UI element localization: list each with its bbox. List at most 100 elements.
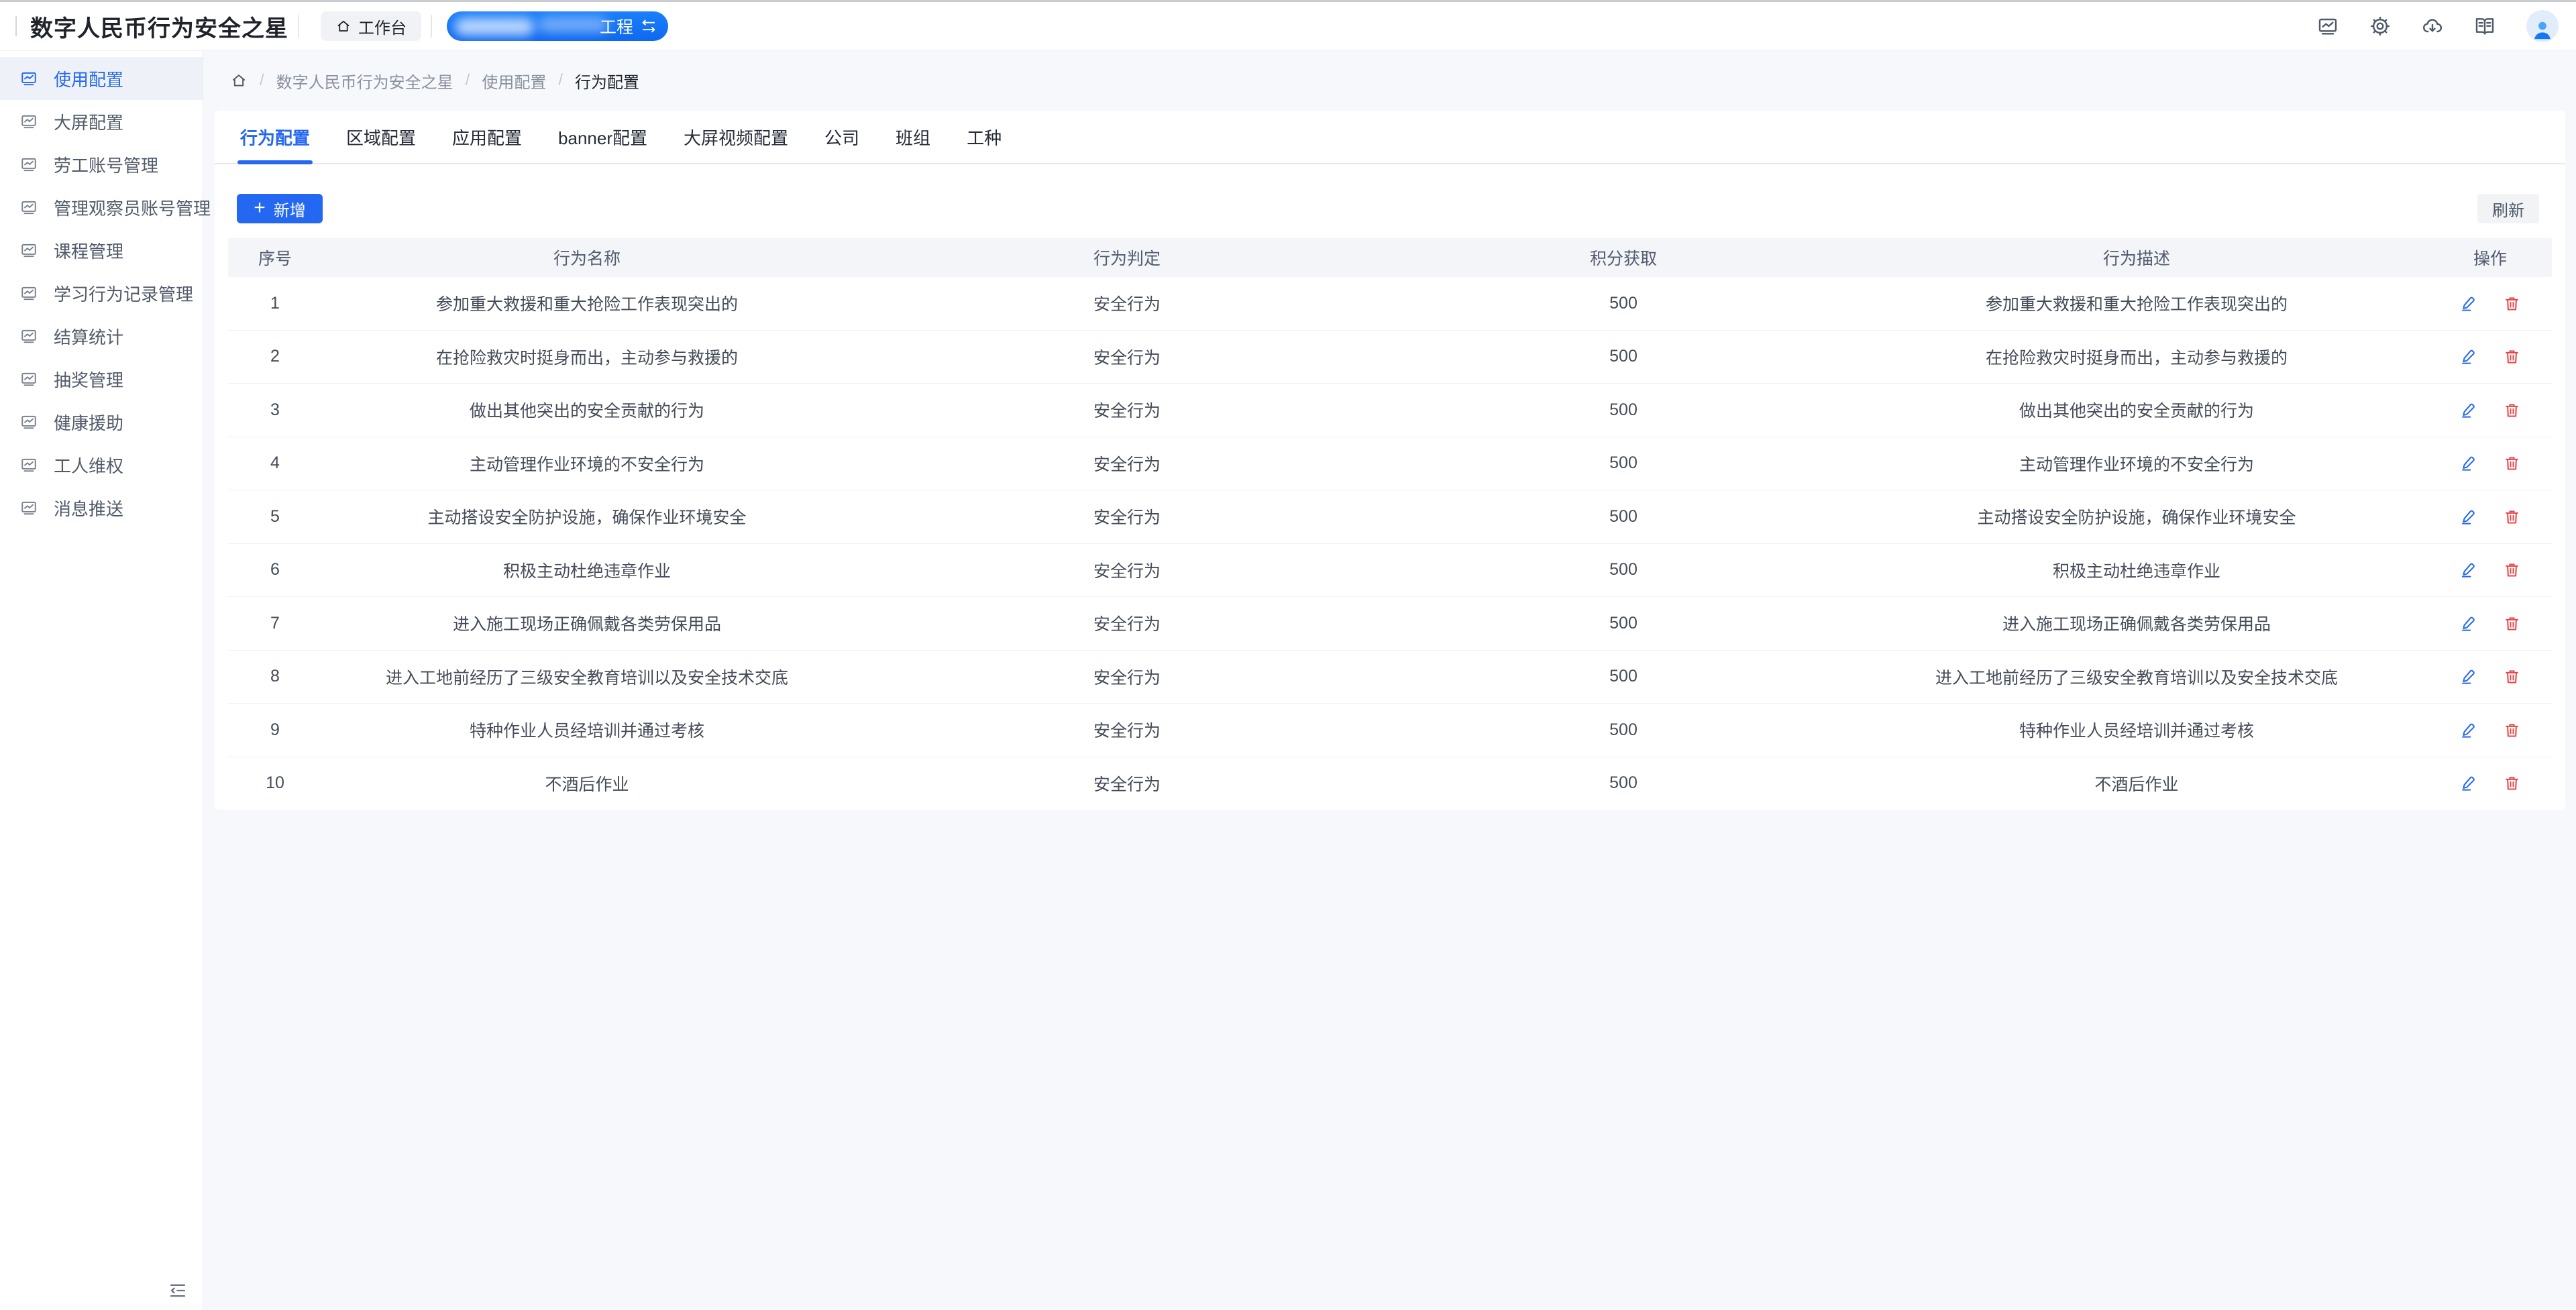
edit-pencil-icon[interactable] [2459,721,2477,739]
sidebar-item[interactable]: 结算统计 [0,315,203,358]
screen-chart-icon[interactable] [2317,15,2339,37]
delete-trash-icon[interactable] [2503,774,2521,792]
points-value: 500 [1402,437,1845,490]
row-index: 2 [228,331,322,384]
workbench-button[interactable]: 工作台 [321,11,421,41]
home-icon[interactable] [230,72,248,89]
behavior-name: 不酒后作业 [322,757,852,810]
screen-chart-icon [20,199,38,216]
sidebar-item-label: 课程管理 [54,238,123,263]
points-value: 500 [1402,544,1845,597]
row-actions [2428,704,2552,757]
divider [431,15,432,38]
sidebar-item-label: 大屏配置 [54,109,123,134]
sidebar-item[interactable]: 大屏配置 [0,100,203,143]
points-value: 500 [1402,490,1845,543]
sidebar-item-label: 学习行为记录管理 [54,281,193,306]
row-actions [2428,597,2552,650]
sidebar-item[interactable]: 劳工账号管理 [0,143,203,186]
column-header: 行为判定 [852,238,1402,277]
edit-pencil-icon[interactable] [2459,347,2477,366]
workbench-label: 工作台 [358,15,407,38]
sidebar-item[interactable]: 抽奖管理 [0,358,203,400]
sidebar-item[interactable]: 课程管理 [0,229,203,272]
delete-trash-icon[interactable] [2503,294,2521,313]
row-index: 8 [228,651,322,704]
screen-chart-icon [20,370,38,388]
breadcrumb-item[interactable]: 使用配置 [482,69,546,93]
table-row: 10不酒后作业安全行为500不酒后作业 [228,757,2552,810]
column-header: 序号 [228,238,322,277]
sidebar-item[interactable]: 工人维权 [0,443,203,486]
behavior-name: 特种作业人员经培训并通过考核 [322,704,852,757]
behavior-name: 进入施工现场正确佩戴各类劳保用品 [322,597,852,650]
behavior-name: 在抢险救灾时挺身而出，主动参与救援的 [322,331,852,384]
add-button-label: 新增 [274,197,306,221]
project-switcher-pill[interactable]: 工程 [447,11,668,41]
edit-pencil-icon[interactable] [2459,614,2477,633]
sidebar-item[interactable]: 学习行为记录管理 [0,272,203,315]
points-value: 500 [1402,651,1845,704]
screen-chart-icon [20,70,38,87]
points-value: 500 [1402,277,1845,330]
plus-icon: + [254,198,266,218]
behavior-description: 主动管理作业环境的不安全行为 [1845,437,2428,490]
screen-chart-icon [20,241,38,259]
tab-item[interactable]: 公司 [822,111,862,163]
breadcrumb-item[interactable]: 数字人民币行为安全之星 [276,69,453,93]
delete-trash-icon[interactable] [2503,667,2521,686]
menu-fold-icon[interactable] [168,1280,188,1301]
refresh-button[interactable]: 刷新 [2477,194,2539,223]
behavior-judgment: 安全行为 [852,704,1402,757]
row-index: 3 [228,384,322,437]
tab-item[interactable]: 区域配置 [343,111,419,163]
table-row: 4主动管理作业环境的不安全行为安全行为500主动管理作业环境的不安全行为 [228,437,2552,491]
edit-pencil-icon[interactable] [2459,508,2477,526]
delete-trash-icon[interactable] [2503,508,2521,526]
edit-pencil-icon[interactable] [2459,401,2477,419]
sidebar-item-label: 管理观察员账号管理 [54,195,211,220]
tab-active[interactable]: 行为配置 [237,111,313,163]
delete-trash-icon[interactable] [2503,401,2521,419]
edit-pencil-icon[interactable] [2459,667,2477,686]
handbook-icon[interactable] [2474,15,2496,37]
add-button[interactable]: + 新增 [237,194,323,223]
cloud-download-icon[interactable] [2422,15,2443,37]
edit-pencil-icon[interactable] [2459,294,2477,313]
tab-item[interactable]: 大屏视频配置 [681,111,791,163]
edit-pencil-icon[interactable] [2459,774,2477,792]
breadcrumb-item: 行为配置 [575,69,639,93]
column-header: 行为名称 [322,238,852,277]
sidebar-item[interactable]: 管理观察员账号管理 [0,186,203,229]
points-value: 500 [1402,757,1845,810]
sidebar-item[interactable]: 使用配置 [0,57,203,100]
behavior-judgment: 安全行为 [852,490,1402,543]
tab-item[interactable]: 班组 [893,111,933,163]
edit-pencil-icon[interactable] [2459,561,2477,579]
behavior-judgment: 安全行为 [852,651,1402,704]
tab-item[interactable]: 工种 [964,111,1004,163]
tab-item[interactable]: 应用配置 [449,111,525,163]
sidebar-item[interactable]: 消息推送 [0,486,203,529]
sidebar-item-label: 劳工账号管理 [54,152,158,177]
table-row: 1参加重大救援和重大抢险工作表现突出的安全行为500参加重大救援和重大抢险工作表… [228,277,2552,331]
tab-item[interactable]: banner配置 [555,111,650,163]
screen-chart-icon [20,284,38,302]
delete-trash-icon[interactable] [2503,347,2521,366]
delete-trash-icon[interactable] [2503,721,2521,739]
delete-trash-icon[interactable] [2503,454,2521,472]
delete-trash-icon[interactable] [2503,561,2521,579]
behavior-description: 进入施工现场正确佩戴各类劳保用品 [1845,597,2428,650]
project-name-suffix: 工程 [600,14,633,38]
topbar-right-icons [2317,10,2559,42]
delete-trash-icon[interactable] [2503,614,2521,633]
breadcrumb: /数字人民币行为安全之星/使用配置/行为配置 [203,50,2576,111]
settings-gear-icon[interactable] [2369,15,2391,37]
behavior-description: 参加重大救援和重大抢险工作表现突出的 [1845,277,2428,330]
row-actions [2428,437,2552,490]
sidebar-item[interactable]: 健康援助 [0,400,203,443]
app-title: 数字人民币行为安全之星 [30,10,288,43]
user-avatar[interactable] [2526,10,2559,42]
edit-pencil-icon[interactable] [2459,454,2477,472]
row-actions [2428,757,2552,810]
